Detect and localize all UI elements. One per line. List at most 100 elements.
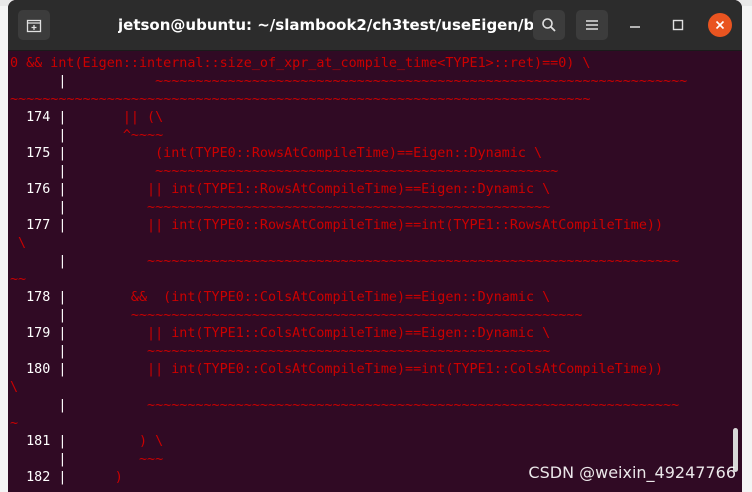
- gutter-bar: |: [58, 470, 67, 485]
- code-text: || (\: [74, 110, 164, 125]
- gutter-bar: |: [58, 326, 67, 341]
- maximize-icon: [672, 19, 684, 31]
- terminal-line: | ~~~~~~~~~~~~~~~~~~~~~~~~~~~~~~~~~~~~~~…: [10, 343, 550, 361]
- gutter-bar: |: [58, 146, 67, 161]
- terminal-line: 180 | || int(TYPE0::ColsAtCompileTime)==…: [10, 361, 663, 379]
- terminal-window: jetson@ubuntu: ~/slambook2/ch3test/useEi…: [8, 0, 742, 492]
- minimize-icon: [630, 26, 640, 28]
- line-number: 182: [10, 470, 51, 485]
- terminal-line: | ~~~~~~~~~~~~~~~~~~~~~~~~~~~~~~~~~~~~~~…: [10, 199, 550, 217]
- watermark-text: CSDN @weixin_49247766: [528, 463, 736, 482]
- code-text: ~~: [10, 272, 27, 287]
- terminal-line: | ~~~~~~~~~~~~~~~~~~~~~~~~~~~~~~~~~~~~~~…: [10, 307, 582, 325]
- minimize-button[interactable]: [623, 13, 647, 37]
- gutter-bar: |: [58, 74, 67, 89]
- line-number: 178: [10, 290, 51, 305]
- new-tab-icon: [26, 19, 42, 33]
- line-number: 181: [10, 434, 51, 449]
- terminal-line: | ~~~~~~~~~~~~~~~~~~~~~~~~~~~~~~~~~~~~~~…: [10, 253, 679, 271]
- code-text: ~~~~~~~~~~~~~~~~~~~~~~~~~~~~~~~~~~~~~~~~…: [74, 344, 551, 359]
- title-bar[interactable]: jetson@ubuntu: ~/slambook2/ch3test/useEi…: [8, 0, 742, 51]
- terminal-line: 181 | ) \: [10, 433, 163, 451]
- line-number: [10, 452, 50, 467]
- terminal-line: ~~~~~~~~~~~~~~~~~~~~~~~~~~~~~~~~~~~~~~~~…: [10, 91, 590, 109]
- code-text: ~: [10, 416, 19, 431]
- line-number: 176: [10, 182, 51, 197]
- close-icon: [715, 20, 725, 30]
- code-text: ^~~~~: [74, 128, 164, 143]
- terminal-line: 177 | || int(TYPE0::RowsAtCompileTime)==…: [10, 217, 663, 235]
- code-text: || int(TYPE1::RowsAtCompileTime)==Eigen:…: [74, 182, 551, 197]
- terminal-line: | ~~~~~~~~~~~~~~~~~~~~~~~~~~~~~~~~~~~~~~…: [10, 397, 679, 415]
- code-text: ~~~~~~~~~~~~~~~~~~~~~~~~~~~~~~~~~~~~~~~~…: [74, 308, 583, 323]
- terminal-line: 182 | ): [10, 469, 123, 487]
- code-text: ) \: [74, 434, 164, 449]
- gutter-bar: |: [58, 344, 67, 359]
- code-text: ): [74, 470, 123, 485]
- code-text: || int(TYPE0::RowsAtCompileTime)==int(TY…: [74, 218, 664, 233]
- terminal-line: 178 | && (int(TYPE0::ColsAtCompileTime)=…: [10, 289, 550, 307]
- code-text: ~~~~~~~~~~~~~~~~~~~~~~~~~~~~~~~~~~~~~~~~…: [74, 254, 680, 269]
- line-number: [10, 344, 50, 359]
- line-number: [10, 254, 50, 269]
- terminal-line: 175 | (int(TYPE0::RowsAtCompileTime)==Ei…: [10, 145, 542, 163]
- terminal-line: \: [10, 235, 26, 253]
- maximize-button[interactable]: [666, 13, 690, 37]
- terminal-output[interactable]: 0 && int(Eigen::internal::size_of_xpr_at…: [8, 51, 742, 492]
- new-tab-button[interactable]: [18, 10, 50, 40]
- code-text: ~~~~~~~~~~~~~~~~~~~~~~~~~~~~~~~~~~~~~~~~…: [74, 164, 559, 179]
- search-button[interactable]: [533, 10, 565, 40]
- line-number: [10, 200, 50, 215]
- code-text: ~~~~~~~~~~~~~~~~~~~~~~~~~~~~~~~~~~~~~~~~…: [74, 74, 688, 89]
- terminal-line: ~: [10, 415, 18, 433]
- gutter-bar: |: [58, 182, 67, 197]
- code-text: ~~~~~~~~~~~~~~~~~~~~~~~~~~~~~~~~~~~~~~~~…: [74, 200, 551, 215]
- gutter-bar: |: [58, 452, 67, 467]
- code-text: ~~~: [74, 452, 164, 467]
- gutter-bar: |: [58, 434, 67, 449]
- terminal-line: 174 | || (\: [10, 109, 163, 127]
- search-icon: [542, 18, 556, 32]
- code-text: ~~~~~~~~~~~~~~~~~~~~~~~~~~~~~~~~~~~~~~~~…: [74, 398, 680, 413]
- hamburger-menu-icon: [586, 20, 598, 30]
- line-number: [10, 128, 50, 143]
- gutter-bar: |: [58, 110, 67, 125]
- menu-button[interactable]: [576, 10, 608, 40]
- terminal-line: 0 && int(Eigen::internal::size_of_xpr_at…: [10, 55, 590, 73]
- line-number: 179: [10, 326, 51, 341]
- line-number: [10, 74, 50, 89]
- code-text: 0 && int(Eigen::internal::size_of_xpr_at…: [10, 56, 591, 71]
- line-number: 177: [10, 218, 51, 233]
- terminal-line: | ~~~: [10, 451, 163, 469]
- code-text: \: [10, 236, 27, 251]
- terminal-line: | ~~~~~~~~~~~~~~~~~~~~~~~~~~~~~~~~~~~~~~…: [10, 163, 558, 181]
- gutter-bar: |: [58, 164, 67, 179]
- gutter-bar: |: [58, 128, 67, 143]
- gutter-bar: |: [58, 218, 67, 233]
- terminal-line: | ~~~~~~~~~~~~~~~~~~~~~~~~~~~~~~~~~~~~~~…: [10, 73, 687, 91]
- code-text: \: [10, 380, 19, 395]
- window-title: jetson@ubuntu: ~/slambook2/ch3test/useEi…: [118, 16, 542, 34]
- line-number: [10, 398, 50, 413]
- line-number: [10, 308, 50, 323]
- line-number: 175: [10, 146, 51, 161]
- terminal-line: | ^~~~~: [10, 127, 163, 145]
- line-number: [10, 164, 50, 179]
- gutter-bar: |: [58, 290, 67, 305]
- terminal-line: 176 | || int(TYPE1::RowsAtCompileTime)==…: [10, 181, 550, 199]
- gutter-bar: |: [58, 398, 67, 413]
- code-text: (int(TYPE0::RowsAtCompileTime)==Eigen::D…: [74, 146, 543, 161]
- gutter-bar: |: [58, 200, 67, 215]
- gutter-bar: |: [58, 308, 67, 323]
- terminal-line: 179 | || int(TYPE1::ColsAtCompileTime)==…: [10, 325, 550, 343]
- terminal-line: ~~: [10, 271, 26, 289]
- line-number: 174: [10, 110, 51, 125]
- code-text: || int(TYPE1::ColsAtCompileTime)==Eigen:…: [74, 326, 551, 341]
- code-text: || int(TYPE0::ColsAtCompileTime)==int(TY…: [74, 362, 664, 377]
- close-button[interactable]: [708, 13, 732, 37]
- code-text: && (int(TYPE0::ColsAtCompileTime)==Eigen…: [74, 290, 551, 305]
- terminal-line: \: [10, 379, 18, 397]
- line-number: 180: [10, 362, 51, 377]
- code-text: ~~~~~~~~~~~~~~~~~~~~~~~~~~~~~~~~~~~~~~~~…: [10, 92, 591, 107]
- gutter-bar: |: [58, 254, 67, 269]
